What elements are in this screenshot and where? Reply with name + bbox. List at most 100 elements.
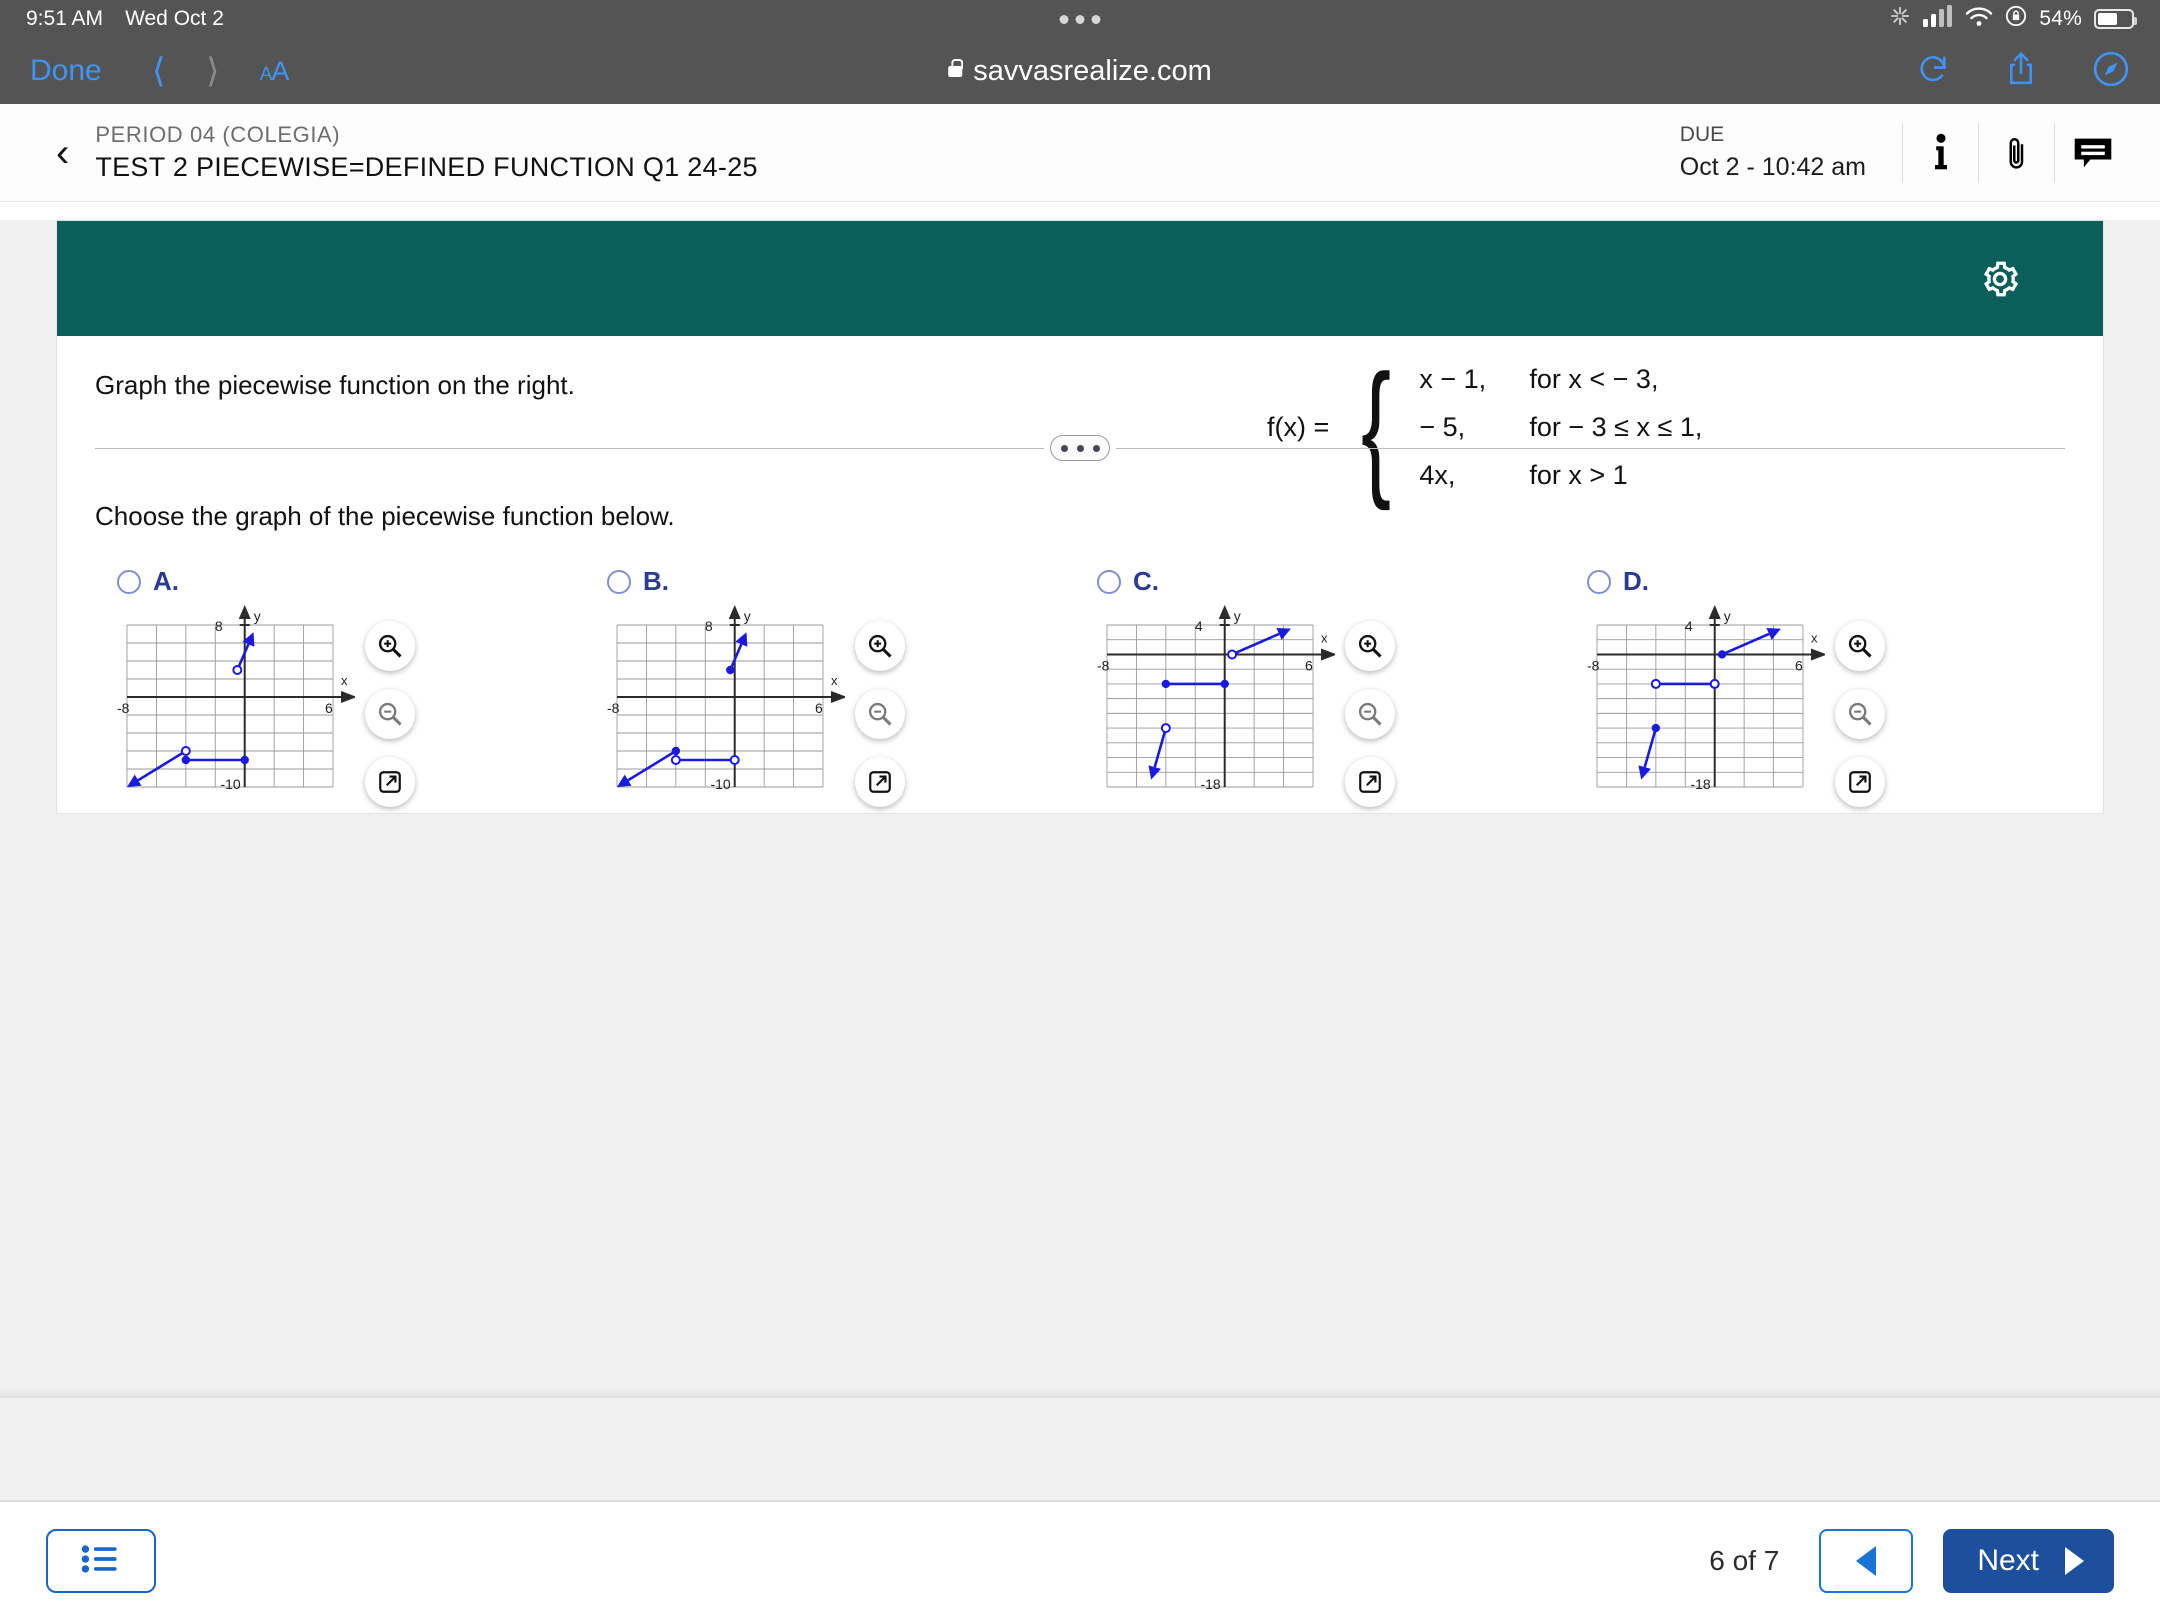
safari-toolbar: Done ⟨ ⟩ AA savvasrealize.com (0, 38, 2160, 104)
info-icon[interactable] (1902, 122, 1978, 183)
cellular-signal-icon (1923, 5, 1953, 33)
compass-icon[interactable] (2092, 50, 2130, 93)
svg-text:x: x (831, 673, 838, 688)
expand-icon[interactable] (1345, 757, 1395, 807)
zoom-in-icon[interactable] (1345, 621, 1395, 671)
answer-choice-d[interactable]: D. y x -8 6 4 -18 (1561, 566, 2051, 813)
svg-text:-8: -8 (117, 700, 130, 716)
question-body: Graph the piecewise function on the righ… (57, 336, 2103, 813)
text-size-large-label: A (271, 55, 289, 86)
chevron-right-icon: ⟩ (206, 52, 220, 90)
choice-header[interactable]: B. (581, 566, 1071, 597)
choice-letter: B. (643, 566, 669, 596)
share-icon[interactable] (2004, 51, 2038, 92)
comment-icon[interactable] (2054, 122, 2130, 183)
back-chevron-icon[interactable]: ‹ (56, 133, 69, 173)
next-label: Next (1977, 1544, 2039, 1577)
svg-text:8: 8 (215, 618, 223, 634)
zoom-out-icon[interactable] (1835, 689, 1885, 739)
function-case: x − 1, for x < − 3, (1419, 364, 1702, 395)
graph-a[interactable]: y x -8 6 8 -10 (105, 603, 357, 813)
svg-text:-18: -18 (1200, 776, 1220, 792)
assignment-title: TEST 2 PIECEWISE=DEFINED FUNCTION Q1 24-… (95, 152, 758, 182)
zoom-in-icon[interactable] (855, 621, 905, 671)
done-button[interactable]: Done (30, 54, 102, 88)
svg-text:-18: -18 (1690, 776, 1710, 792)
multitasking-dots-icon[interactable] (1059, 14, 1101, 24)
triangle-left-icon (1856, 1546, 1877, 1576)
case-expression: 4x, (1419, 460, 1456, 490)
section-divider (91, 435, 2069, 461)
zoom-out-icon[interactable] (855, 689, 905, 739)
address-bar[interactable]: savvasrealize.com (948, 55, 1212, 88)
answer-choice-b[interactable]: B. y x -8 6 8 -10 (581, 566, 1071, 813)
choice-header[interactable]: C. (1071, 566, 1561, 597)
due-block: DUE Oct 2 - 10:42 am (1680, 123, 1866, 182)
svg-text:-8: -8 (607, 700, 620, 716)
radio-choice-c[interactable] (1097, 569, 1121, 594)
assignment-header: ‹ PERIOD 04 (COLEGIA) TEST 2 PIECEWISE=D… (0, 104, 2160, 202)
choice-body: y x -8 6 4 -18 (1071, 603, 1561, 813)
paperclip-icon[interactable] (1978, 122, 2054, 183)
graph-b[interactable]: y x -8 6 8 -10 (595, 603, 847, 813)
expand-icon[interactable] (1835, 757, 1885, 807)
previous-button[interactable] (1819, 1529, 1914, 1593)
graph-tools (855, 603, 905, 807)
reload-icon[interactable] (1916, 52, 1950, 91)
function-case: 4x, for x > 1 (1419, 460, 1702, 491)
choice-header[interactable]: D. (1561, 566, 2051, 597)
zoom-out-icon[interactable] (1345, 689, 1395, 739)
case-condition: for x > 1 (1529, 460, 1628, 490)
svg-text:6: 6 (1305, 657, 1313, 673)
graph-tools (365, 603, 415, 807)
lock-icon (948, 58, 964, 77)
svg-text:4: 4 (1195, 618, 1203, 634)
svg-text:8: 8 (705, 618, 713, 634)
assignment-title-block: PERIOD 04 (COLEGIA) TEST 2 PIECEWISE=DEF… (95, 122, 758, 183)
status-date: Wed Oct 2 (125, 7, 224, 30)
zoom-in-icon[interactable] (1835, 621, 1885, 671)
svg-text:-8: -8 (1097, 657, 1110, 673)
graph-c[interactable]: y x -8 6 4 -18 (1085, 603, 1337, 813)
choice-body: y x -8 6 8 -10 (91, 603, 581, 813)
course-name: PERIOD 04 (COLEGIA) (95, 122, 341, 147)
due-date: Oct 2 - 10:42 am (1679, 153, 1866, 181)
graph-tools (1345, 603, 1395, 807)
curly-brace-icon: { (1361, 343, 1392, 511)
chevron-left-icon[interactable]: ⟨ (132, 51, 186, 91)
battery-percent: 54% (2039, 7, 2082, 30)
battery-icon (2094, 9, 2137, 29)
svg-text:6: 6 (815, 700, 823, 716)
choice-header[interactable]: A. (91, 566, 581, 597)
answer-choice-c[interactable]: C. y x -8 6 4 -18 (1071, 566, 1561, 813)
expand-icon[interactable] (855, 757, 905, 807)
radio-choice-d[interactable] (1587, 569, 1611, 594)
divider-line-left (95, 447, 1044, 449)
radio-choice-b[interactable] (607, 569, 631, 594)
divider-line-right (1116, 447, 2065, 449)
safari-toolbar-right (1916, 50, 2130, 93)
ios-status-bar: 9:51 AM Wed Oct 2 54% (0, 0, 2160, 38)
next-button[interactable]: Next (1943, 1529, 2114, 1593)
gear-icon[interactable] (1979, 258, 2021, 300)
zoom-in-icon[interactable] (365, 621, 415, 671)
zoom-out-icon[interactable] (365, 689, 415, 739)
content-scroll-area[interactable]: Graph the piecewise function on the righ… (0, 220, 2160, 1518)
radio-choice-a[interactable] (117, 569, 141, 594)
svg-text:-10: -10 (710, 776, 730, 792)
status-bar-left: 9:51 AM Wed Oct 2 (26, 7, 224, 31)
answer-choice-a[interactable]: A. y x -8 6 8 -10 (91, 566, 581, 813)
assignment-header-right: DUE Oct 2 - 10:42 am (1680, 122, 2130, 183)
case-expression: x − 1, (1419, 364, 1487, 394)
graph-d[interactable]: y x -8 6 4 -18 (1575, 603, 1827, 813)
status-time: 9:51 AM (26, 7, 104, 30)
svg-text:y: y (1234, 608, 1241, 624)
ellipsis-pill-icon[interactable] (1050, 435, 1110, 461)
text-size-button[interactable]: AA (260, 55, 290, 87)
function-cases: x − 1, for x < − 3, − 5, for − 3 ≤ x ≤ 1… (1419, 364, 1702, 491)
due-label: DUE (1679, 123, 1725, 146)
question-list-button[interactable] (46, 1529, 156, 1593)
question-card: Graph the piecewise function on the righ… (56, 220, 2104, 814)
page-indicator: 6 of 7 (1709, 1545, 1780, 1576)
expand-icon[interactable] (365, 757, 415, 807)
